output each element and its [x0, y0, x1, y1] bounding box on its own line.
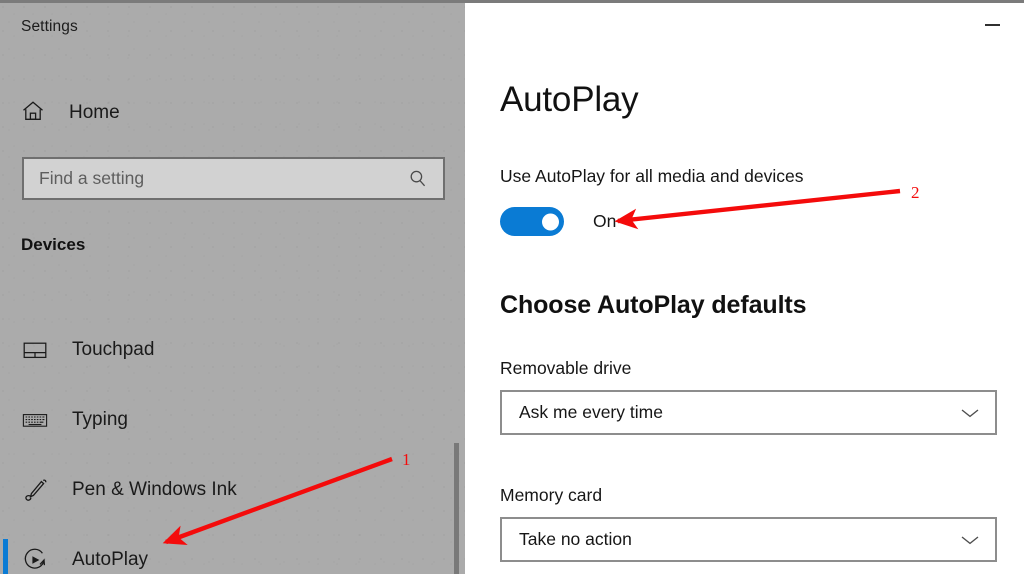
memory-card-dropdown[interactable]: Take no action: [500, 517, 997, 562]
removable-drive-value: Ask me every time: [519, 402, 663, 422]
selection-indicator: [3, 539, 8, 574]
defaults-heading: Choose AutoPlay defaults: [500, 291, 807, 319]
home-icon: [20, 98, 46, 129]
pen-icon: [20, 475, 50, 505]
chevron-down-icon: [959, 533, 981, 547]
autoplay-toggle[interactable]: [500, 207, 564, 236]
sidebar-item-typing[interactable]: Typing: [0, 385, 465, 455]
removable-drive-label: Removable drive: [500, 358, 632, 378]
main-content: AutoPlay Use AutoPlay for all media and …: [465, 3, 1024, 574]
sidebar-item-touchpad[interactable]: Touchpad: [0, 315, 465, 385]
memory-card-label: Memory card: [500, 485, 603, 505]
memory-card-value: Take no action: [519, 529, 632, 549]
sidebar-section-header: Devices: [21, 235, 86, 254]
sidebar-item-autoplay-label: AutoPlay: [72, 549, 149, 570]
autoplay-toggle-label: Use AutoPlay for all media and devices: [500, 166, 804, 186]
search-input-placeholder: Find a setting: [39, 168, 145, 188]
search-input[interactable]: Find a setting: [22, 157, 445, 200]
sidebar-item-pen-windows-ink[interactable]: Pen & Windows Ink: [0, 455, 465, 525]
sidebar-scrollbar[interactable]: [454, 6, 462, 574]
touchpad-icon: [20, 335, 50, 365]
autoplay-icon: [20, 545, 50, 574]
autoplay-toggle-row: On: [500, 207, 616, 236]
chevron-down-icon: [959, 406, 981, 420]
removable-drive-field: Removable drive Ask me every time: [500, 358, 997, 435]
keyboard-icon: [20, 405, 50, 435]
autoplay-toggle-state: On: [593, 211, 617, 231]
settings-window: Settings Home Find a setting Devices Tou…: [0, 0, 1024, 574]
sidebar-item-home-label: Home: [69, 102, 120, 123]
sidebar-item-touchpad-label: Touchpad: [72, 339, 155, 360]
sidebar: Settings Home Find a setting Devices Tou…: [0, 3, 465, 574]
window-title: Settings: [21, 18, 78, 35]
sidebar-scrollbar-thumb[interactable]: [454, 443, 459, 574]
memory-card-field: Memory card Take no action: [500, 485, 997, 562]
sidebar-nav-list: Touchpad Typing Pen & Windows Ink AutoPl…: [0, 315, 465, 574]
page-title: AutoPlay: [500, 80, 639, 119]
minimize-icon: [984, 24, 1000, 26]
sidebar-item-autoplay[interactable]: AutoPlay: [0, 525, 465, 574]
removable-drive-dropdown[interactable]: Ask me every time: [500, 390, 997, 435]
toggle-knob: [542, 213, 559, 230]
sidebar-item-typing-label: Typing: [72, 409, 128, 430]
sidebar-item-home[interactable]: Home: [20, 93, 250, 133]
minimize-button[interactable]: [976, 13, 1008, 37]
sidebar-item-pen-windows-ink-label: Pen & Windows Ink: [72, 479, 237, 500]
search-icon[interactable]: [407, 168, 429, 190]
